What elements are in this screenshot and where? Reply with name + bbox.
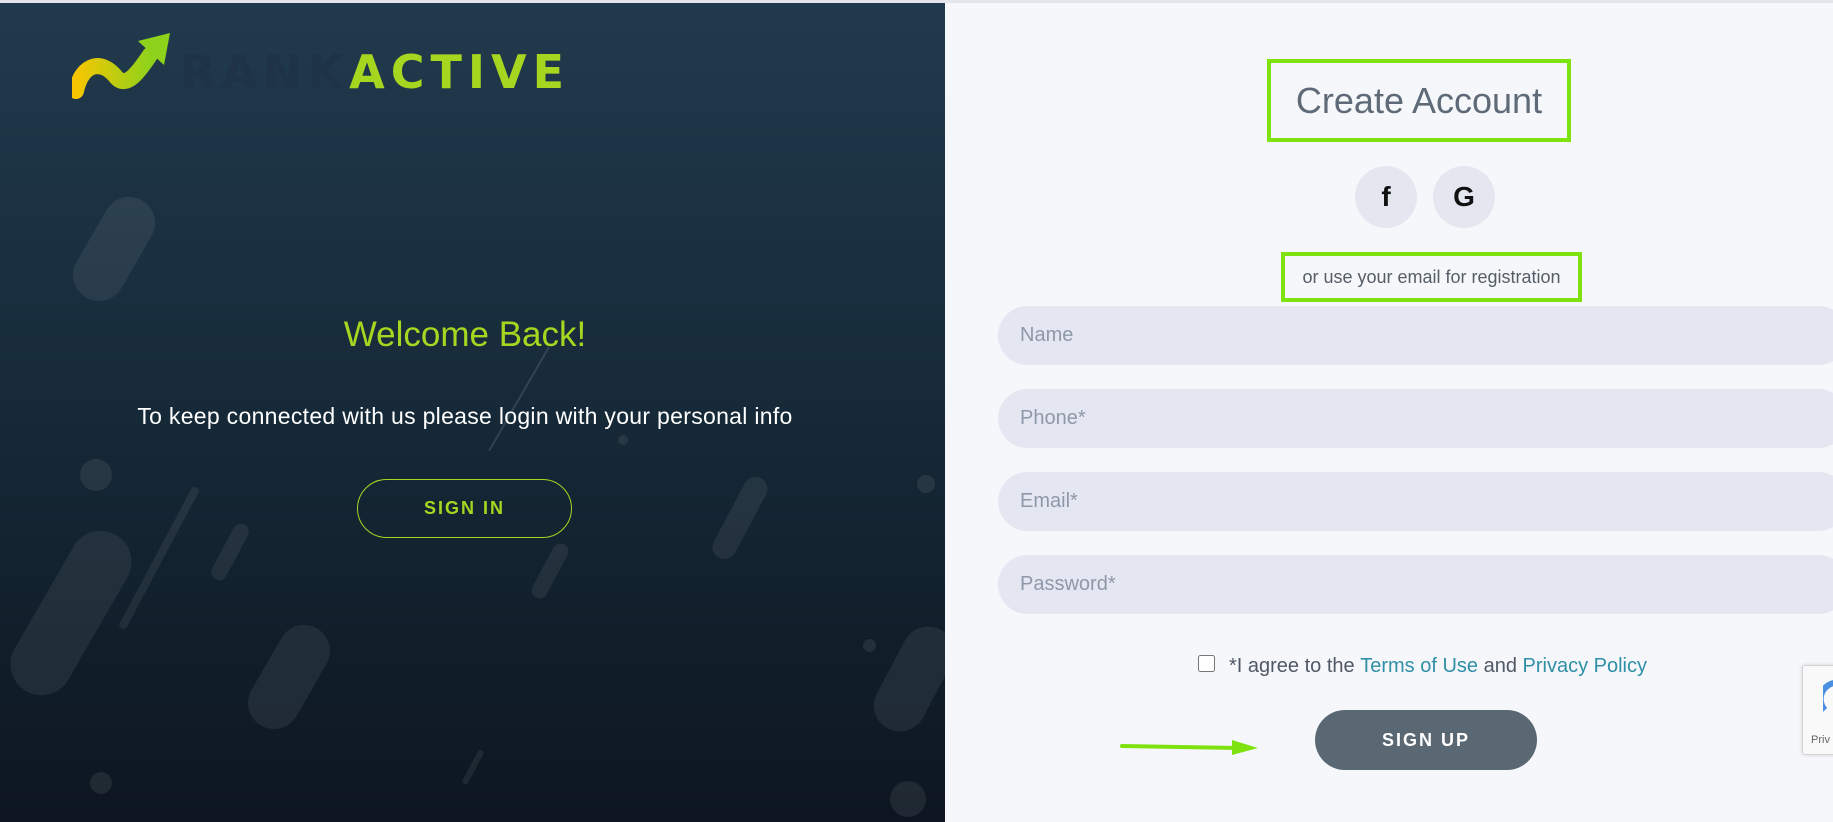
- logo: RANKACTIVE: [72, 33, 564, 103]
- google-icon: G: [1453, 181, 1475, 212]
- recaptcha-text: Priv: [1811, 734, 1830, 746]
- create-account-title: Create Account: [1295, 79, 1543, 121]
- recaptcha-icon: [1823, 680, 1833, 712]
- phone-input[interactable]: [998, 389, 1833, 448]
- logo-text: RANKACTIVE: [180, 49, 570, 95]
- logo-rank-text: RANK: [180, 45, 350, 99]
- decoration: [864, 617, 945, 741]
- facebook-login-button[interactable]: f: [1355, 166, 1417, 228]
- decoration: [528, 540, 572, 602]
- agree-and: and: [1483, 655, 1517, 677]
- registration-subtitle: or use your email for registration: [1302, 266, 1561, 287]
- password-input[interactable]: [998, 555, 1833, 614]
- agree-prefix: *I agree to the: [1229, 655, 1355, 677]
- email-input[interactable]: [998, 472, 1833, 531]
- decoration-dot: [863, 639, 876, 652]
- logo-active-text: ACTIVE: [349, 45, 571, 99]
- decoration: [238, 615, 340, 739]
- sign-in-button[interactable]: SIGN IN: [357, 479, 572, 538]
- name-input[interactable]: [998, 306, 1833, 365]
- decoration-dot: [890, 781, 926, 817]
- decoration-dot: [80, 459, 112, 491]
- google-login-button[interactable]: G: [1433, 166, 1495, 228]
- facebook-icon: f: [1381, 181, 1391, 212]
- decoration-dot: [90, 772, 112, 794]
- decoration: [63, 187, 165, 311]
- welcome-heading: Welcome Back!: [343, 315, 587, 354]
- sign-up-button[interactable]: SIGN UP: [1315, 710, 1537, 770]
- decoration: [488, 346, 550, 452]
- welcome-message: To keep connected with us please login w…: [137, 403, 793, 429]
- decoration: [708, 472, 772, 564]
- decoration-dot: [618, 435, 628, 445]
- decoration: [0, 519, 143, 707]
- terms-of-use-link[interactable]: Terms of Use: [1360, 655, 1478, 678]
- decoration: [461, 748, 485, 786]
- logo-arrow-icon: [72, 33, 170, 99]
- terms-agreement: *I agree to the Terms of Use and Privacy…: [1198, 655, 1647, 678]
- recaptcha-badge[interactable]: Priv: [1802, 665, 1833, 755]
- annotation-arrow-icon: [1120, 740, 1258, 755]
- decoration: [208, 520, 252, 584]
- decoration-dot: [917, 475, 935, 493]
- welcome-panel: RANKACTIVE Welcome Back! To keep connect…: [0, 3, 945, 822]
- privacy-policy-link[interactable]: Privacy Policy: [1523, 655, 1647, 678]
- terms-checkbox[interactable]: [1198, 655, 1215, 672]
